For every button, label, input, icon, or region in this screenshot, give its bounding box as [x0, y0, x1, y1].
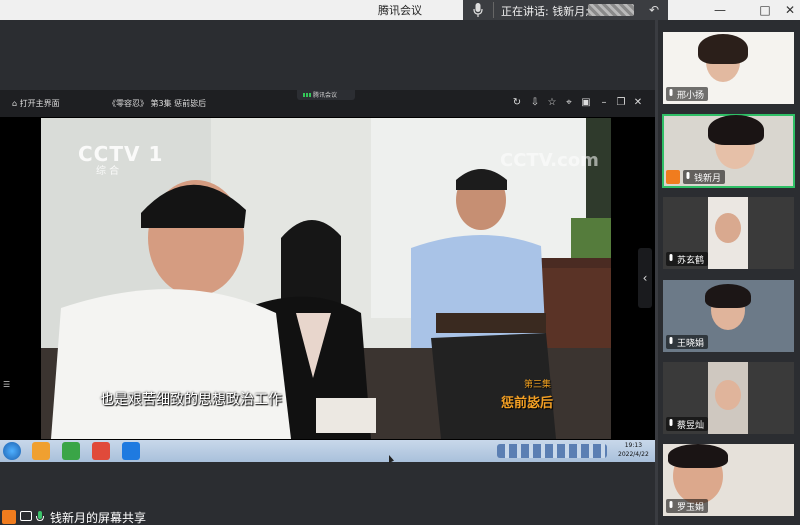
- microphone-icon: [669, 337, 673, 344]
- participant-hair: [698, 34, 748, 64]
- system-tray-icons[interactable]: [497, 444, 607, 458]
- participant-nameplate: 苏玄鹤: [666, 252, 709, 266]
- app-title: 腾讯会议: [378, 4, 422, 17]
- participant-hair: [668, 444, 728, 468]
- participant-nameplate: 钱新月: [683, 170, 726, 184]
- participant-face: [715, 213, 741, 243]
- minimize-window-button[interactable]: —: [705, 0, 735, 20]
- open-main-view-label: 打开主界面: [19, 99, 60, 108]
- meeting-chip[interactable]: 腾讯会议: [297, 90, 355, 100]
- meeting-chip-label: 腾讯会议: [313, 92, 338, 99]
- microphone-icon: [669, 89, 673, 96]
- media-app-icon[interactable]: [32, 442, 50, 460]
- minimize-icon[interactable]: –: [598, 97, 610, 109]
- participant-nameplate: 邢小扬: [666, 87, 709, 101]
- close-window-button[interactable]: ✕: [775, 0, 800, 20]
- taskbar-clock[interactable]: 19:13 2022/4/22: [618, 441, 649, 459]
- refresh-icon[interactable]: ↻: [511, 97, 523, 109]
- participant-name: 蔡昱灿: [677, 420, 705, 431]
- signal-icon: [303, 93, 311, 97]
- microphone-icon: [686, 172, 690, 179]
- microphone-icon: [36, 511, 44, 522]
- participant-name: 钱新月: [694, 173, 722, 184]
- player-app-icon[interactable]: [92, 442, 110, 460]
- participant-hair: [705, 284, 751, 308]
- tencent-meeting-window: 腾讯会议 正在讲话: 钱新月; ↶ — □ ✕ ⌂ 打开主界面 《零容忍》 第3…: [0, 0, 800, 525]
- participant-name: 王晓娟: [677, 338, 705, 349]
- pin-icon[interactable]: ⌖: [563, 97, 575, 109]
- participant-tile[interactable]: 蔡昱灿: [663, 362, 794, 434]
- video-page-title: 《零容忍》 第3集 惩前毖后: [108, 99, 207, 108]
- panel-divider[interactable]: [655, 20, 658, 525]
- windows-taskbar: 19:13 2022/4/22: [0, 440, 655, 462]
- start-button-icon[interactable]: [3, 442, 21, 460]
- participant-name: 罗玉娟: [677, 502, 705, 513]
- screen-share-icon: [20, 511, 32, 521]
- screenshot-icon[interactable]: ▣: [580, 97, 592, 109]
- microphone-icon: [669, 501, 673, 508]
- divider: [493, 2, 494, 18]
- speaking-indicator[interactable]: 正在讲话: 钱新月;: [463, 0, 640, 20]
- participant-tile-active-speaker[interactable]: 钱新月: [662, 114, 795, 188]
- episode-label: 第三集: [524, 380, 552, 390]
- menu-grip-icon[interactable]: ☰: [3, 380, 10, 389]
- microphone-icon: [669, 419, 673, 426]
- cctv-channel-logo: CCTV 1: [78, 142, 164, 166]
- speaking-avatars-icon: [588, 4, 634, 16]
- microphone-icon: [473, 3, 483, 17]
- close-icon[interactable]: ✕: [632, 97, 644, 109]
- browser-toolbar: ⌂ 打开主界面 《零容忍》 第3集 惩前毖后 腾讯会议 ↻ ⇩ ☆ ⌖ ▣ – …: [0, 90, 655, 117]
- participant-nameplate: 王晓娟: [666, 335, 709, 349]
- host-badge-icon: [666, 170, 680, 184]
- title-bar: 腾讯会议 正在讲话: 钱新月; ↶ — □ ✕: [0, 0, 800, 20]
- participant-tile[interactable]: 罗玉娟: [663, 444, 794, 516]
- participant-hair: [708, 115, 764, 145]
- episode-title: 惩前毖后: [501, 396, 554, 411]
- participant-tile[interactable]: 邢小扬: [663, 32, 794, 104]
- cctv-watermark: CCTV.com: [500, 150, 599, 171]
- participant-nameplate: 罗玉娟: [666, 499, 709, 513]
- cctv-channel-sub: 综 合: [96, 166, 120, 177]
- taskbar-time: 19:13: [624, 442, 643, 449]
- participant-face: [715, 380, 741, 410]
- collapse-panel-chevron-icon[interactable]: ‹: [638, 248, 652, 308]
- meeting-app-icon[interactable]: [122, 442, 140, 460]
- participant-nameplate: 蔡昱灿: [666, 417, 709, 431]
- microphone-icon: [669, 254, 673, 261]
- open-main-view-link[interactable]: ⌂ 打开主界面: [12, 98, 60, 109]
- taskbar-date: 2022/4/22: [618, 451, 649, 458]
- restore-icon[interactable]: ❐: [615, 97, 627, 109]
- participant-tile[interactable]: 王晓娟: [663, 280, 794, 352]
- participant-name: 邢小扬: [677, 90, 705, 101]
- screen-share-label: 钱新月的屏幕共享: [50, 511, 147, 525]
- screen-share-status: 钱新月的屏幕共享: [0, 508, 170, 525]
- speaking-label: 正在讲话: 钱新月;: [501, 5, 589, 18]
- host-person-icon: [2, 510, 16, 524]
- video-subtitle: 也是艰苦细致的思想政治工作: [100, 392, 282, 408]
- browser-app-icon[interactable]: [62, 442, 80, 460]
- participant-name: 苏玄鹤: [677, 255, 705, 266]
- back-arrow-icon[interactable]: ↶: [640, 0, 668, 20]
- download-icon[interactable]: ⇩: [529, 97, 541, 109]
- star-icon[interactable]: ☆: [546, 97, 558, 109]
- participant-tile[interactable]: 苏玄鹤: [663, 197, 794, 269]
